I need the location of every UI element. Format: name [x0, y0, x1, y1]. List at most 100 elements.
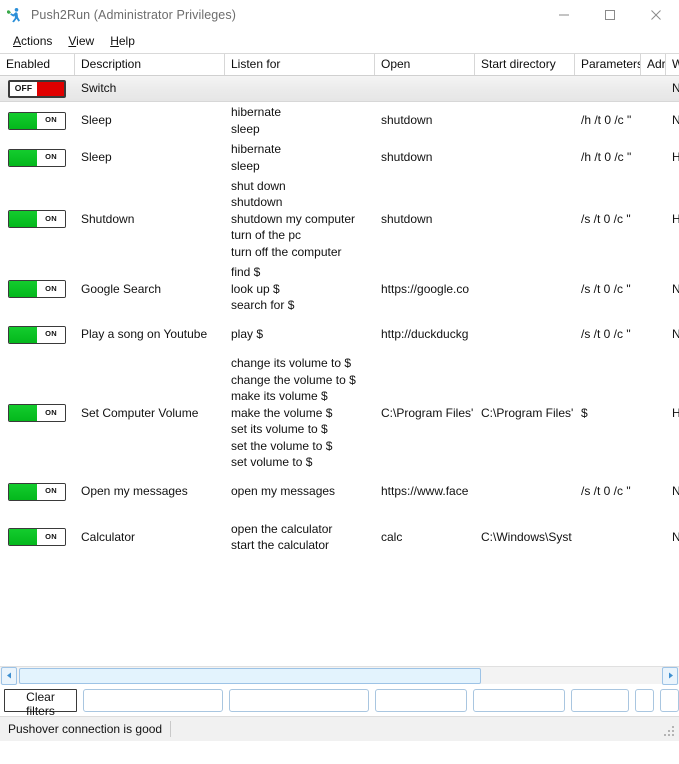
cell-open: shutdown — [381, 211, 433, 226]
cell-enabled: ON — [0, 111, 75, 130]
toggle-state-label: ON — [37, 405, 65, 421]
cell-start_directory: C:\Windows\Syst — [481, 529, 572, 544]
clear-filters-button[interactable]: Clear filters — [4, 688, 77, 718]
scroll-left-arrow-icon[interactable] — [1, 666, 17, 685]
toggle-state-label: ON — [37, 211, 65, 227]
cell-enabled: ON — [0, 148, 75, 167]
cell-description: Play a song on Youtube — [81, 327, 208, 342]
table-row[interactable]: ON Sleep hibernate sleep shutdown/h /t 0 /c… — [0, 102, 679, 139]
menu-item-actions[interactable]: Actions — [5, 32, 60, 50]
toggle-state-label: OFF — [10, 81, 37, 96]
grid-header-window_state[interactable]: W — [666, 54, 679, 75]
scrollbar-thumb[interactable] — [19, 667, 481, 684]
status-bar: Pushover connection is good — [0, 716, 679, 741]
grid-header-description[interactable]: Description — [75, 54, 225, 75]
cell-description: Google Search — [81, 281, 162, 296]
table-row[interactable]: ON Sleep hibernate sleep shutdown/h /t 0 /c… — [0, 139, 679, 176]
cell-description: Switch — [81, 81, 117, 96]
cell-description: Shutdown — [81, 211, 135, 226]
menu-item-view[interactable]: View — [60, 32, 102, 50]
table-row[interactable]: ON Calculator open the calculator start th… — [0, 510, 679, 564]
toggle-state-label: ON — [37, 281, 65, 297]
menu-item-view-label: iew — [76, 34, 95, 48]
cell-listen_for: play $ — [231, 327, 264, 342]
cell-parameters: $ — [581, 405, 588, 420]
enabled-toggle-on[interactable]: ON — [8, 528, 66, 546]
cell-open: https://www.face — [381, 484, 469, 499]
toggle-on-indicator — [9, 483, 37, 500]
filter-parameters[interactable] — [571, 688, 629, 712]
close-button[interactable] — [633, 0, 679, 30]
cell-window_state: N — [666, 529, 679, 546]
grid-header-enabled[interactable]: Enabled — [0, 54, 75, 75]
grid-header-admin[interactable]: Adr — [641, 54, 666, 75]
cell-window_state: H — [666, 149, 679, 166]
filter-description[interactable] — [83, 688, 223, 712]
grid-header-start_directory[interactable]: Start directory — [475, 54, 575, 75]
toggle-state-label: ON — [37, 529, 65, 545]
cell-listen_for: open my messages — [231, 484, 336, 499]
maximize-button[interactable] — [587, 0, 633, 30]
filter-admin[interactable] — [635, 688, 654, 712]
filter-start-directory[interactable] — [473, 688, 565, 712]
cell-open: C:\Program Files' — [381, 405, 474, 420]
enabled-toggle-on[interactable]: ON — [8, 482, 66, 501]
menu-item-actions-label: ctions — [21, 34, 53, 48]
table-row[interactable]: ON Open my messages open my messages https:… — [0, 473, 679, 510]
filter-listen-for[interactable] — [229, 688, 369, 712]
cell-window_state: N — [666, 326, 679, 343]
cell-description: Set Computer Volume — [81, 405, 199, 420]
cell-listen_for: hibernate sleep — [231, 105, 282, 136]
cell-listen_for: find $ look up $ search for $ — [231, 265, 295, 313]
menu-item-help-label: elp — [118, 34, 135, 48]
toggle-on-indicator — [9, 326, 37, 343]
enabled-toggle-on[interactable]: ON — [8, 325, 66, 344]
toggle-on-indicator — [9, 211, 37, 227]
cell-parameters: /h /t 0 /c " — [581, 113, 632, 128]
horizontal-scrollbar[interactable] — [0, 666, 679, 685]
cell-listen_for: hibernate sleep — [231, 142, 282, 173]
cell-parameters: /h /t 0 /c " — [581, 150, 632, 165]
filter-open[interactable] — [375, 688, 467, 712]
minimize-button[interactable] — [541, 0, 587, 30]
enabled-toggle-on[interactable]: ON — [8, 404, 66, 422]
table-row[interactable]: ON Play a song on Youtube play $ http://duc… — [0, 316, 679, 353]
grid-header-open[interactable]: Open — [375, 54, 475, 75]
cell-enabled: OFF — [0, 79, 75, 98]
grid-header-row: Enabled Description Listen for Open Start di… — [0, 54, 679, 76]
cell-listen_for: change its volume to $ change the volume… — [231, 356, 356, 470]
enabled-toggle-on[interactable]: ON — [8, 148, 66, 167]
cell-parameters: /s /t 0 /c " — [581, 211, 631, 226]
menu-item-help[interactable]: Help — [102, 32, 143, 50]
status-message: Pushover connection is good — [0, 721, 172, 737]
rules-grid: Enabled Description Listen for Open Start di… — [0, 53, 679, 666]
scrollbar-track[interactable] — [19, 667, 660, 684]
table-row[interactable]: OFF Switch N — [0, 76, 679, 102]
filter-window-state[interactable] — [660, 688, 679, 712]
cell-window_state: N — [666, 483, 679, 500]
enabled-toggle-off[interactable]: OFF — [8, 79, 66, 98]
toggle-state-label: ON — [37, 483, 65, 500]
enabled-toggle-on[interactable]: ON — [8, 280, 66, 298]
grid-header-listen_for[interactable]: Listen for — [225, 54, 375, 75]
resize-grip-icon[interactable] — [664, 726, 676, 738]
cell-parameters: /s /t 0 /c " — [581, 484, 631, 499]
cell-open: shutdown — [381, 113, 433, 128]
cell-window_state: N — [666, 281, 679, 298]
grid-header-parameters[interactable]: Parameters — [575, 54, 641, 75]
enabled-toggle-on[interactable]: ON — [8, 210, 66, 228]
filter-inputs-group — [77, 688, 679, 712]
cell-open: shutdown — [381, 150, 433, 165]
table-row[interactable]: ON Google Search find $ look up $ search f… — [0, 262, 679, 316]
toggle-on-indicator — [9, 281, 37, 297]
table-row[interactable]: ON Shutdown shut down shutdown shutdown my… — [0, 176, 679, 262]
toggle-state-label: ON — [37, 326, 65, 343]
cell-enabled: ON — [0, 325, 75, 344]
cell-open: calc — [381, 529, 403, 544]
toggle-state-label: ON — [37, 112, 65, 129]
scroll-right-arrow-icon[interactable] — [662, 666, 678, 685]
table-row[interactable]: ON Set Computer Volume change its volume t… — [0, 353, 679, 473]
cell-window_state: N — [666, 112, 679, 129]
enabled-toggle-on[interactable]: ON — [8, 111, 66, 130]
cell-description: Calculator — [81, 529, 136, 544]
